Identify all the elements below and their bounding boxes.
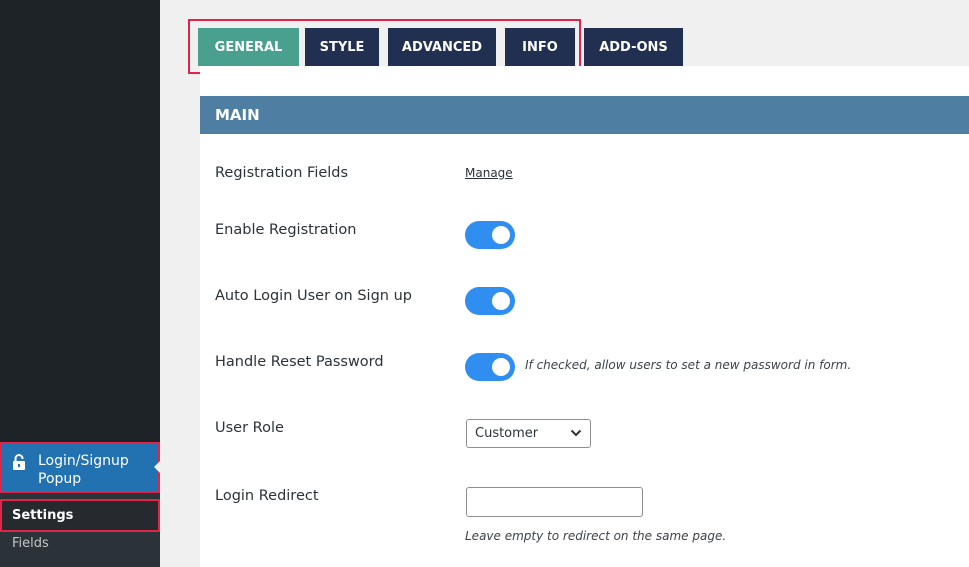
tab-general[interactable]: GENERAL [198,28,299,66]
tab-advanced[interactable]: ADVANCED [388,28,496,66]
submenu-item-fields[interactable]: Fields [12,536,49,551]
sidebar-item-login-signup-popup[interactable]: Login/Signup Popup [0,442,160,493]
tab-info[interactable]: INFO [505,28,575,66]
handle-reset-password-hint: If checked, allow users to set a new pas… [525,358,852,372]
login-redirect-label: Login Redirect [215,488,319,504]
toggle-knob [492,358,510,376]
registration-fields-label: Registration Fields [215,165,349,181]
auto-login-toggle[interactable] [465,287,515,315]
tab-style[interactable]: STYLE [305,28,379,66]
section-header-main: MAIN [200,96,969,134]
handle-reset-password-toggle[interactable] [465,353,515,381]
toggle-knob [492,226,510,244]
user-role-selected-value: Customer [475,426,539,441]
settings-panel: MAIN Registration Fields Manage Enable R… [200,66,969,567]
tab-add-ons[interactable]: ADD-ONS [584,28,683,66]
login-redirect-hint: Leave empty to redirect on the same page… [465,529,727,543]
submenu-item-settings[interactable]: Settings [0,499,160,532]
sidebar-submenu: Settings Fields [0,493,160,567]
user-role-select[interactable]: Customer [466,419,591,448]
lock-icon [13,454,25,470]
enable-registration-label: Enable Registration [215,222,357,238]
manage-link[interactable]: Manage [465,166,513,180]
user-role-label: User Role [215,420,284,436]
toggle-knob [492,292,510,310]
current-menu-arrow [154,461,160,473]
auto-login-label: Auto Login User on Sign up [215,288,412,304]
sidebar-item-label: Login/Signup Popup [38,453,129,487]
login-redirect-input[interactable] [466,487,643,517]
chevron-down-icon [570,429,582,437]
enable-registration-toggle[interactable] [465,221,515,249]
handle-reset-password-label: Handle Reset Password [215,354,384,370]
